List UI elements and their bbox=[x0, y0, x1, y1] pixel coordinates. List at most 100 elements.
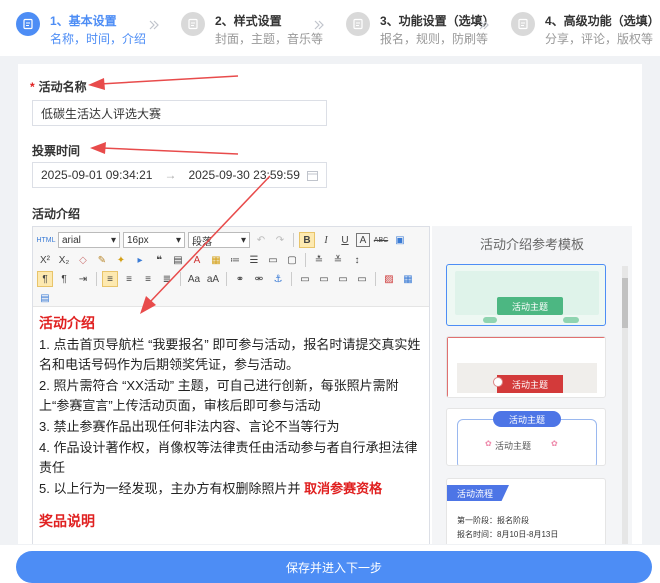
align-justify-icon[interactable]: ≣ bbox=[159, 271, 175, 287]
line-height-icon[interactable]: ↕ bbox=[349, 252, 365, 268]
step-edit-icon bbox=[181, 12, 205, 36]
step-edit-icon bbox=[16, 12, 40, 36]
bold-icon[interactable]: B bbox=[299, 232, 315, 248]
footer: 保存并进入下一步 bbox=[0, 545, 660, 583]
indent-icon[interactable]: ⇥ bbox=[75, 271, 91, 287]
html-source-icon[interactable]: HTML bbox=[36, 232, 55, 248]
strikethrough-icon[interactable]: ABC bbox=[373, 232, 389, 248]
insert-table-icon[interactable]: ▦ bbox=[400, 271, 416, 287]
chevron-right-icon bbox=[314, 20, 324, 30]
step-sub: 名称，时间，介绍 bbox=[50, 32, 147, 46]
subscript-icon[interactable]: X₂ bbox=[56, 252, 72, 268]
content-item: 1. 点击首页导航栏 “我要报名” 即可参与活动，报名时请提交真实姓名和电话号码… bbox=[39, 337, 421, 372]
template-panel-title: 活动介绍参考模板 bbox=[479, 237, 584, 252]
image-float-right-icon[interactable]: ▭ bbox=[335, 271, 351, 287]
steps-header: 1、基本设置 名称，时间，介绍 2、样式设置 封面，主题，音乐等 3、功能设置（… bbox=[0, 0, 660, 56]
image-float-none-icon[interactable]: ▭ bbox=[297, 271, 313, 287]
align-left-icon[interactable]: ≡ bbox=[102, 271, 118, 287]
template-card-3[interactable]: 活动主题 活动主题 ✿ ✿ bbox=[446, 408, 606, 466]
format-painter-icon[interactable]: ✎ bbox=[94, 252, 110, 268]
paragraph-select[interactable]: 段落 ▾ bbox=[188, 232, 250, 248]
start-time: 2025-09-01 09:34:21 bbox=[41, 168, 153, 182]
vote-time-range[interactable]: 2025-09-01 09:34:21 → 2025-09-30 23:59:5… bbox=[32, 162, 327, 188]
content-item: 2. 照片需符合 “XX活动” 主题，可自己进行创新，每张照片需附上“参赛宣言”… bbox=[39, 378, 399, 413]
template-card-4[interactable]: 活动流程 第一阶段：报名阶段 报名时间：8月10日-8月13日 bbox=[446, 478, 606, 544]
step-title: 2、样式设置 bbox=[215, 14, 282, 28]
insert-video-icon[interactable]: ▤ bbox=[37, 290, 53, 306]
rich-text-editor[interactable]: HTML arial ▾ 16px ▾ 段落 ▾ ↶ ↷ B I U A ABC ▣ … bbox=[32, 226, 430, 544]
step-sub: 分享，评论，版权等 bbox=[545, 32, 654, 46]
step-basic[interactable]: 1、基本设置 名称，时间，介绍 bbox=[0, 0, 165, 56]
template-3-sub: 活动主题 bbox=[495, 441, 532, 451]
chevron-right-icon bbox=[149, 20, 159, 30]
calendar-icon bbox=[307, 171, 318, 181]
redo-icon[interactable]: ↷ bbox=[272, 232, 288, 248]
template-4-line2: 报名时间：8月10日-8月13日 bbox=[457, 530, 559, 539]
paste-text-icon[interactable]: ▤ bbox=[170, 252, 186, 268]
step-function[interactable]: 3、功能设置（选填） 报名，规则，防刷等 bbox=[330, 0, 495, 56]
underline-icon[interactable]: U bbox=[337, 232, 353, 248]
block-quote-icon[interactable]: ▸ bbox=[132, 252, 148, 268]
step-edit-icon bbox=[511, 12, 535, 36]
template-card-2[interactable]: 活动主题 bbox=[446, 336, 606, 398]
activity-name-value: 低碳生活达人评选大赛 bbox=[41, 106, 162, 121]
row-spacing-top-icon[interactable]: ≛ bbox=[311, 252, 327, 268]
insert-image-icon[interactable]: ▨ bbox=[381, 271, 397, 287]
superscript-icon[interactable]: X² bbox=[37, 252, 53, 268]
uppercase-icon[interactable]: Aa bbox=[186, 271, 202, 287]
clear-doc-icon[interactable]: ▢ bbox=[284, 252, 300, 268]
font-color-icon[interactable]: A bbox=[189, 252, 205, 268]
unordered-list-icon[interactable]: ☰ bbox=[246, 252, 262, 268]
step-title: 4、高级功能（选填） bbox=[545, 14, 660, 28]
auto-format-icon[interactable]: ✦ bbox=[113, 252, 129, 268]
rtl-icon[interactable]: ¶ bbox=[56, 271, 72, 287]
template-panel: 活动介绍参考模板 活动主题 活动主题 活动主题 活动主题 ✿ ✿ 活动流程 第一… bbox=[432, 226, 632, 544]
quote-icon[interactable]: ❝ bbox=[151, 252, 167, 268]
image-float-left-icon[interactable]: ▭ bbox=[316, 271, 332, 287]
font-family-select[interactable]: arial ▾ bbox=[58, 232, 120, 248]
paragraph-value: 段落 bbox=[192, 236, 212, 248]
italic-icon[interactable]: I bbox=[318, 232, 334, 248]
row-spacing-bottom-icon[interactable]: ≚ bbox=[330, 252, 346, 268]
ltr-icon[interactable]: ¶ bbox=[37, 271, 53, 287]
align-center-icon[interactable]: ≡ bbox=[121, 271, 137, 287]
content-item: 5. 以上行为一经发现，主办方有权删除照片并 取消参赛资格 bbox=[39, 479, 425, 499]
undo-icon[interactable]: ↶ bbox=[253, 232, 269, 248]
content-next-heading: 奖品说明 bbox=[39, 513, 95, 529]
content-heading: 活动介绍 bbox=[39, 315, 95, 331]
template-scrollbar[interactable] bbox=[622, 266, 628, 544]
background-color-icon[interactable]: ▦ bbox=[208, 252, 224, 268]
end-time: 2025-09-30 23:59:59 bbox=[188, 168, 300, 182]
step-edit-icon bbox=[346, 12, 370, 36]
font-value: arial bbox=[62, 234, 81, 246]
content-item: 3. 禁止参赛作品出现任何非法内容、言论不当等行为 bbox=[39, 419, 340, 434]
save-next-button[interactable]: 保存并进入下一步 bbox=[16, 551, 652, 583]
step-advanced[interactable]: 4、高级功能（选填） 分享，评论，版权等 bbox=[495, 0, 660, 56]
editor-content[interactable]: 活动介绍 1. 点击首页导航栏 “我要报名” 即可参与活动，报名时请提交真实姓名… bbox=[39, 313, 425, 533]
fullscreen-icon[interactable]: ▣ bbox=[392, 232, 408, 248]
step-style[interactable]: 2、样式设置 封面，主题，音乐等 bbox=[165, 0, 330, 56]
ordered-list-icon[interactable]: ≔ bbox=[227, 252, 243, 268]
font-size-select[interactable]: 16px ▾ bbox=[123, 232, 185, 248]
activity-name-input[interactable]: 低碳生活达人评选大赛 bbox=[32, 100, 327, 126]
template-3-label: 活动主题 bbox=[493, 411, 561, 427]
form-card: * 活动名称 低碳生活达人评选大赛 投票时间 2025-09-01 09:34:2… bbox=[18, 64, 642, 544]
template-card-1[interactable]: 活动主题 bbox=[446, 264, 606, 326]
step-title: 1、基本设置 bbox=[50, 14, 117, 28]
select-all-icon[interactable]: ▭ bbox=[265, 252, 281, 268]
content-item5-text: 5. 以上行为一经发现，主办方有权删除照片并 bbox=[39, 481, 305, 496]
vote-time-label: 投票时间 bbox=[32, 144, 81, 158]
link-icon[interactable]: ⚭ bbox=[232, 271, 248, 287]
font-border-icon[interactable]: A bbox=[356, 233, 370, 247]
content-item: 4. 作品设计著作权，肖像权等法律责任由活动参与者自行承担法律责任 bbox=[39, 440, 418, 475]
editor-toolbar: HTML arial ▾ 16px ▾ 段落 ▾ ↶ ↷ B I U A ABC ▣ … bbox=[33, 227, 429, 307]
align-right-icon[interactable]: ≡ bbox=[140, 271, 156, 287]
range-arrow: → bbox=[164, 168, 177, 182]
unlink-icon[interactable]: ⚮ bbox=[251, 271, 267, 287]
image-center-icon[interactable]: ▭ bbox=[354, 271, 370, 287]
anchor-icon[interactable]: ⚓ bbox=[270, 271, 286, 287]
eraser-icon[interactable]: ◇ bbox=[75, 252, 91, 268]
required-mark: * bbox=[30, 80, 35, 94]
lowercase-icon[interactable]: aA bbox=[205, 271, 221, 287]
step-sub: 封面，主题，音乐等 bbox=[215, 32, 324, 46]
